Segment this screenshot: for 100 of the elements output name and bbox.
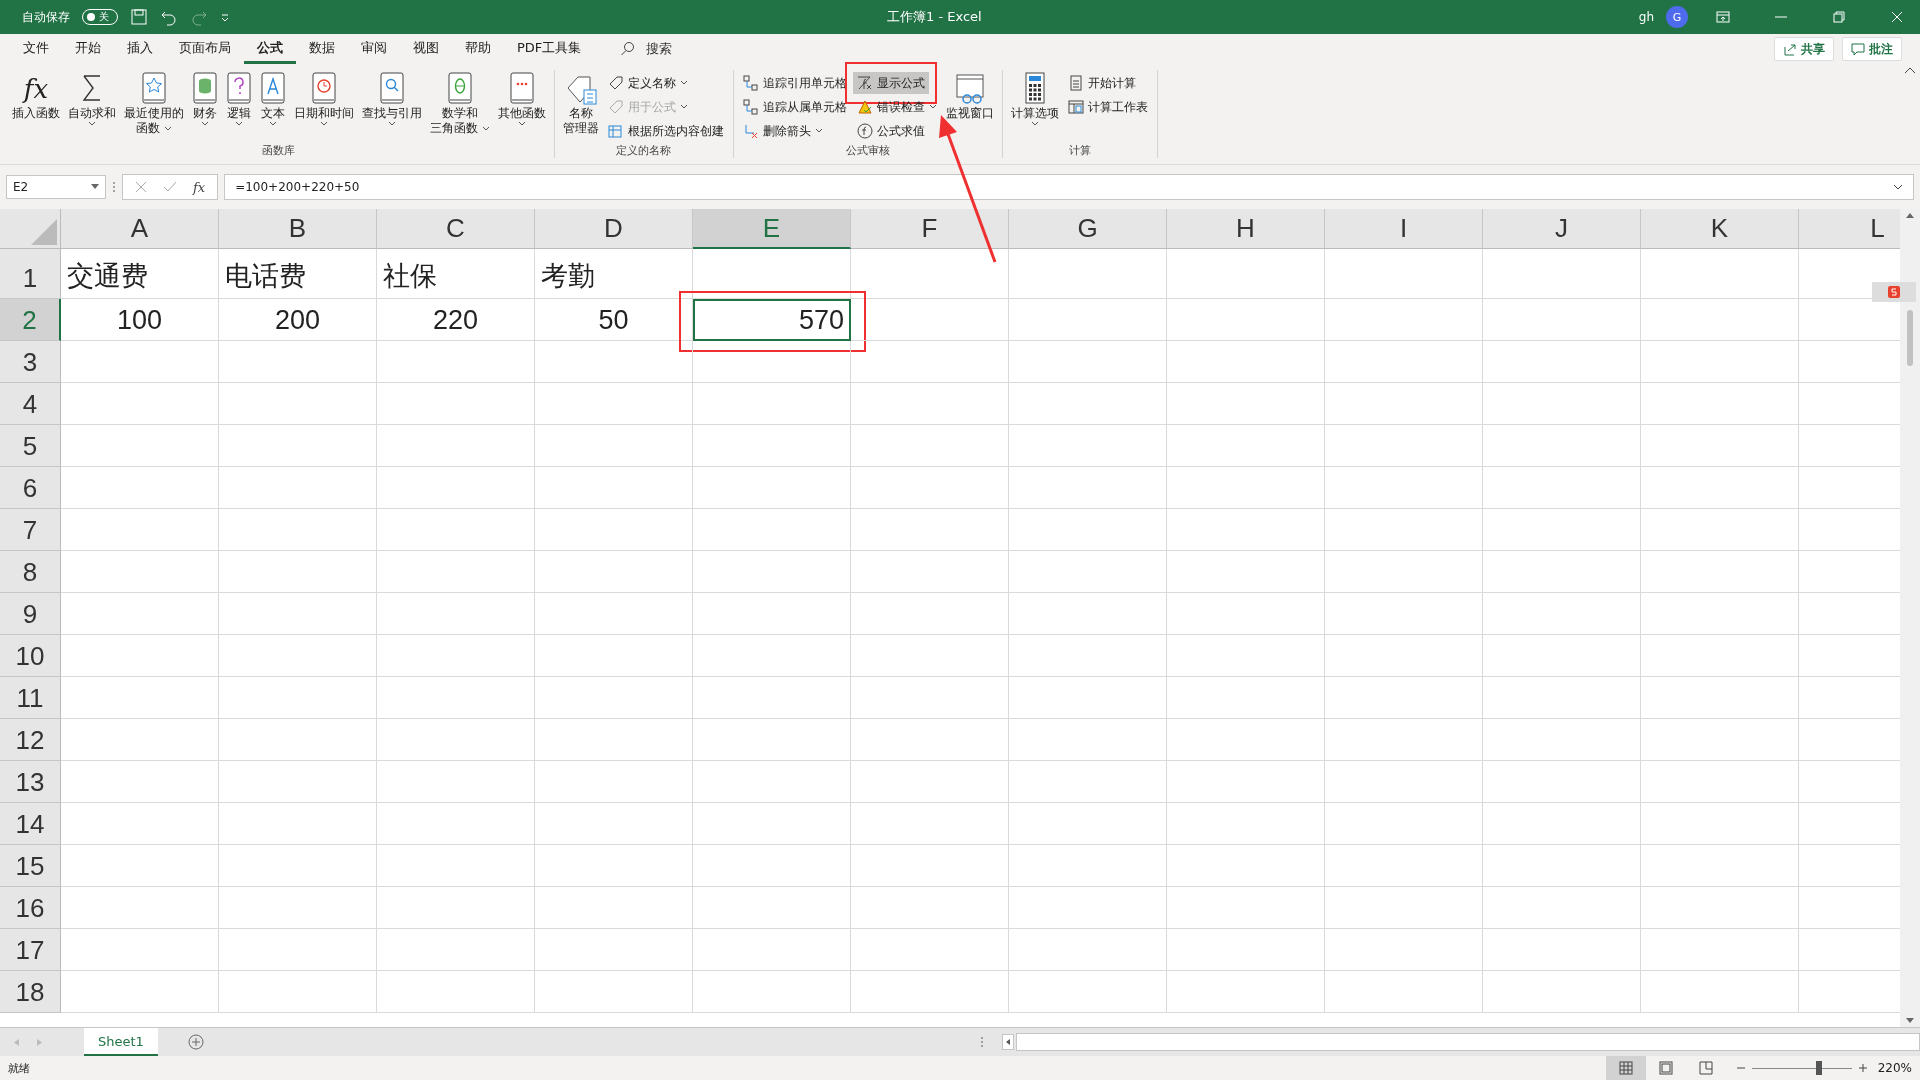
scroll-thumb[interactable] [1907,310,1913,366]
row-header[interactable]: 18 [0,971,61,1013]
ribbon-tab[interactable]: 视图 [400,34,452,64]
ime-toolbar[interactable] [1872,282,1916,302]
scroll-left-icon [1002,1034,1014,1050]
ribbon-tab[interactable]: 审阅 [348,34,400,64]
ribbon-tab[interactable]: 公式 [244,34,296,64]
ribbon-button[interactable]: 数学和 三角函数 [427,70,493,138]
table-cell: 交通费 [61,249,219,299]
grip-icon [112,180,116,194]
name-box[interactable]: E2 [6,175,106,199]
ribbon-button[interactable]: 定义名称 [603,72,692,94]
row-header[interactable]: 6 [0,467,61,509]
ribbon-button[interactable]: 文本 [257,70,289,129]
ribbon-button[interactable]: 日期和时间 [291,70,357,129]
column-header[interactable]: G [1009,209,1167,249]
ribbon-button[interactable]: 名称 管理器 [559,70,602,138]
ribbon-button[interactable]: 查找与引用 [359,70,425,129]
ribbon-button[interactable]: 显示公式 [852,72,929,94]
table-cell: 50 [535,299,693,341]
view-button[interactable] [1605,1056,1646,1080]
insert-function-button[interactable]: fx [193,179,206,195]
calculator-icon [1067,75,1084,91]
dots-book-icon [508,72,535,106]
zoom-in-icon [1857,1063,1868,1073]
save-icon [130,8,148,26]
caret-icon [814,128,823,134]
caret-icon [269,121,277,127]
tag-icon [607,75,624,91]
column-header[interactable]: J [1483,209,1641,249]
ribbon-button[interactable]: 追踪从属单元格 [738,96,851,118]
row-header[interactable]: 10 [0,635,61,677]
ribbon-button[interactable]: 最近使用的 函数 [121,70,187,138]
zoom-level[interactable]: 220% [1877,1061,1912,1075]
ribbon-button[interactable]: 公式求值 [852,120,929,142]
row-header[interactable]: 16 [0,887,61,929]
ribbon-tab[interactable]: 文件 [10,34,62,64]
share-button[interactable]: 共享 [1774,37,1834,61]
search-button[interactable]: 搜索 [614,39,679,59]
formula-field[interactable]: =100+200+220+50 [224,174,1914,200]
row-header[interactable]: 13 [0,761,61,803]
ribbon-button[interactable]: 根据所选内容创建 [603,120,728,142]
fx-circle-icon [856,123,873,139]
ribbon-button[interactable]: 其他函数 [494,70,549,129]
column-header[interactable]: E [693,209,851,249]
ribbon-button[interactable]: 追踪引用单元格 [738,72,851,94]
row-header[interactable]: 7 [0,509,61,551]
horizontal-scrollbar[interactable] [1016,1033,1920,1051]
column-header[interactable]: C [377,209,535,249]
column-header[interactable]: A [61,209,219,249]
column-header[interactable]: D [535,209,693,249]
ribbon-button[interactable]: 删除箭头 [738,120,827,142]
caret-icon [679,104,688,110]
dropdown-icon [91,184,99,190]
ribbon-button[interactable]: fx 插入函数 [9,70,63,123]
ribbon-button[interactable]: 开始计算 [1063,72,1140,94]
ribbon-display-icon [1716,11,1730,23]
column-header[interactable]: L [1799,209,1900,249]
column-header[interactable]: I [1325,209,1483,249]
comments-button[interactable]: 批注 [1842,37,1902,61]
ribbon-tab[interactable]: 插入 [114,34,166,64]
row-header[interactable]: 14 [0,803,61,845]
ribbon-tab[interactable]: 数据 [296,34,348,64]
ribbon-tab[interactable]: 页面布局 [166,34,244,64]
autosave-label: 自动保存 [22,8,70,26]
select-all-button[interactable] [0,209,61,249]
row-header[interactable]: 2 [0,299,61,341]
cancel-icon [135,181,147,193]
row-header[interactable]: 8 [0,551,61,593]
column-header[interactable]: F [851,209,1009,249]
column-header[interactable]: K [1641,209,1799,249]
row-header[interactable]: 1 [0,249,61,299]
ribbon-button[interactable]: 财务 [189,70,221,129]
row-header[interactable]: 15 [0,845,61,887]
caret-icon [163,126,172,132]
caret-icon [679,80,688,86]
row-header[interactable]: 11 [0,677,61,719]
column-header[interactable]: H [1167,209,1325,249]
ribbon-button[interactable]: 计算选项 [1007,70,1062,129]
row-header[interactable]: 3 [0,341,61,383]
ribbon-button[interactable]: 自动求和 [65,70,119,129]
sheet-tab[interactable]: Sheet1 [84,1028,158,1056]
ribbon-tab[interactable]: 开始 [62,34,114,64]
ribbon-tab[interactable]: 帮助 [452,34,504,64]
row-header[interactable]: 5 [0,425,61,467]
ribbon-button[interactable]: 错误检查 [852,96,941,118]
row-header[interactable]: 17 [0,929,61,971]
status-text: 就绪 [8,1060,30,1076]
zoom-thumb[interactable] [1815,1061,1822,1075]
user-avatar[interactable]: G [1666,6,1688,28]
column-header[interactable]: B [219,209,377,249]
ribbon-button[interactable]: 监视窗口 [942,70,997,123]
row-header[interactable]: 12 [0,719,61,761]
caret-icon [320,121,328,127]
ribbon-button[interactable]: 计算工作表 [1063,96,1152,118]
coins-book-icon [192,72,218,106]
row-header[interactable]: 4 [0,383,61,425]
ribbon-button[interactable]: 逻辑 [223,70,255,129]
ribbon-tab[interactable]: PDF工具集 [504,34,595,64]
row-header[interactable]: 9 [0,593,61,635]
